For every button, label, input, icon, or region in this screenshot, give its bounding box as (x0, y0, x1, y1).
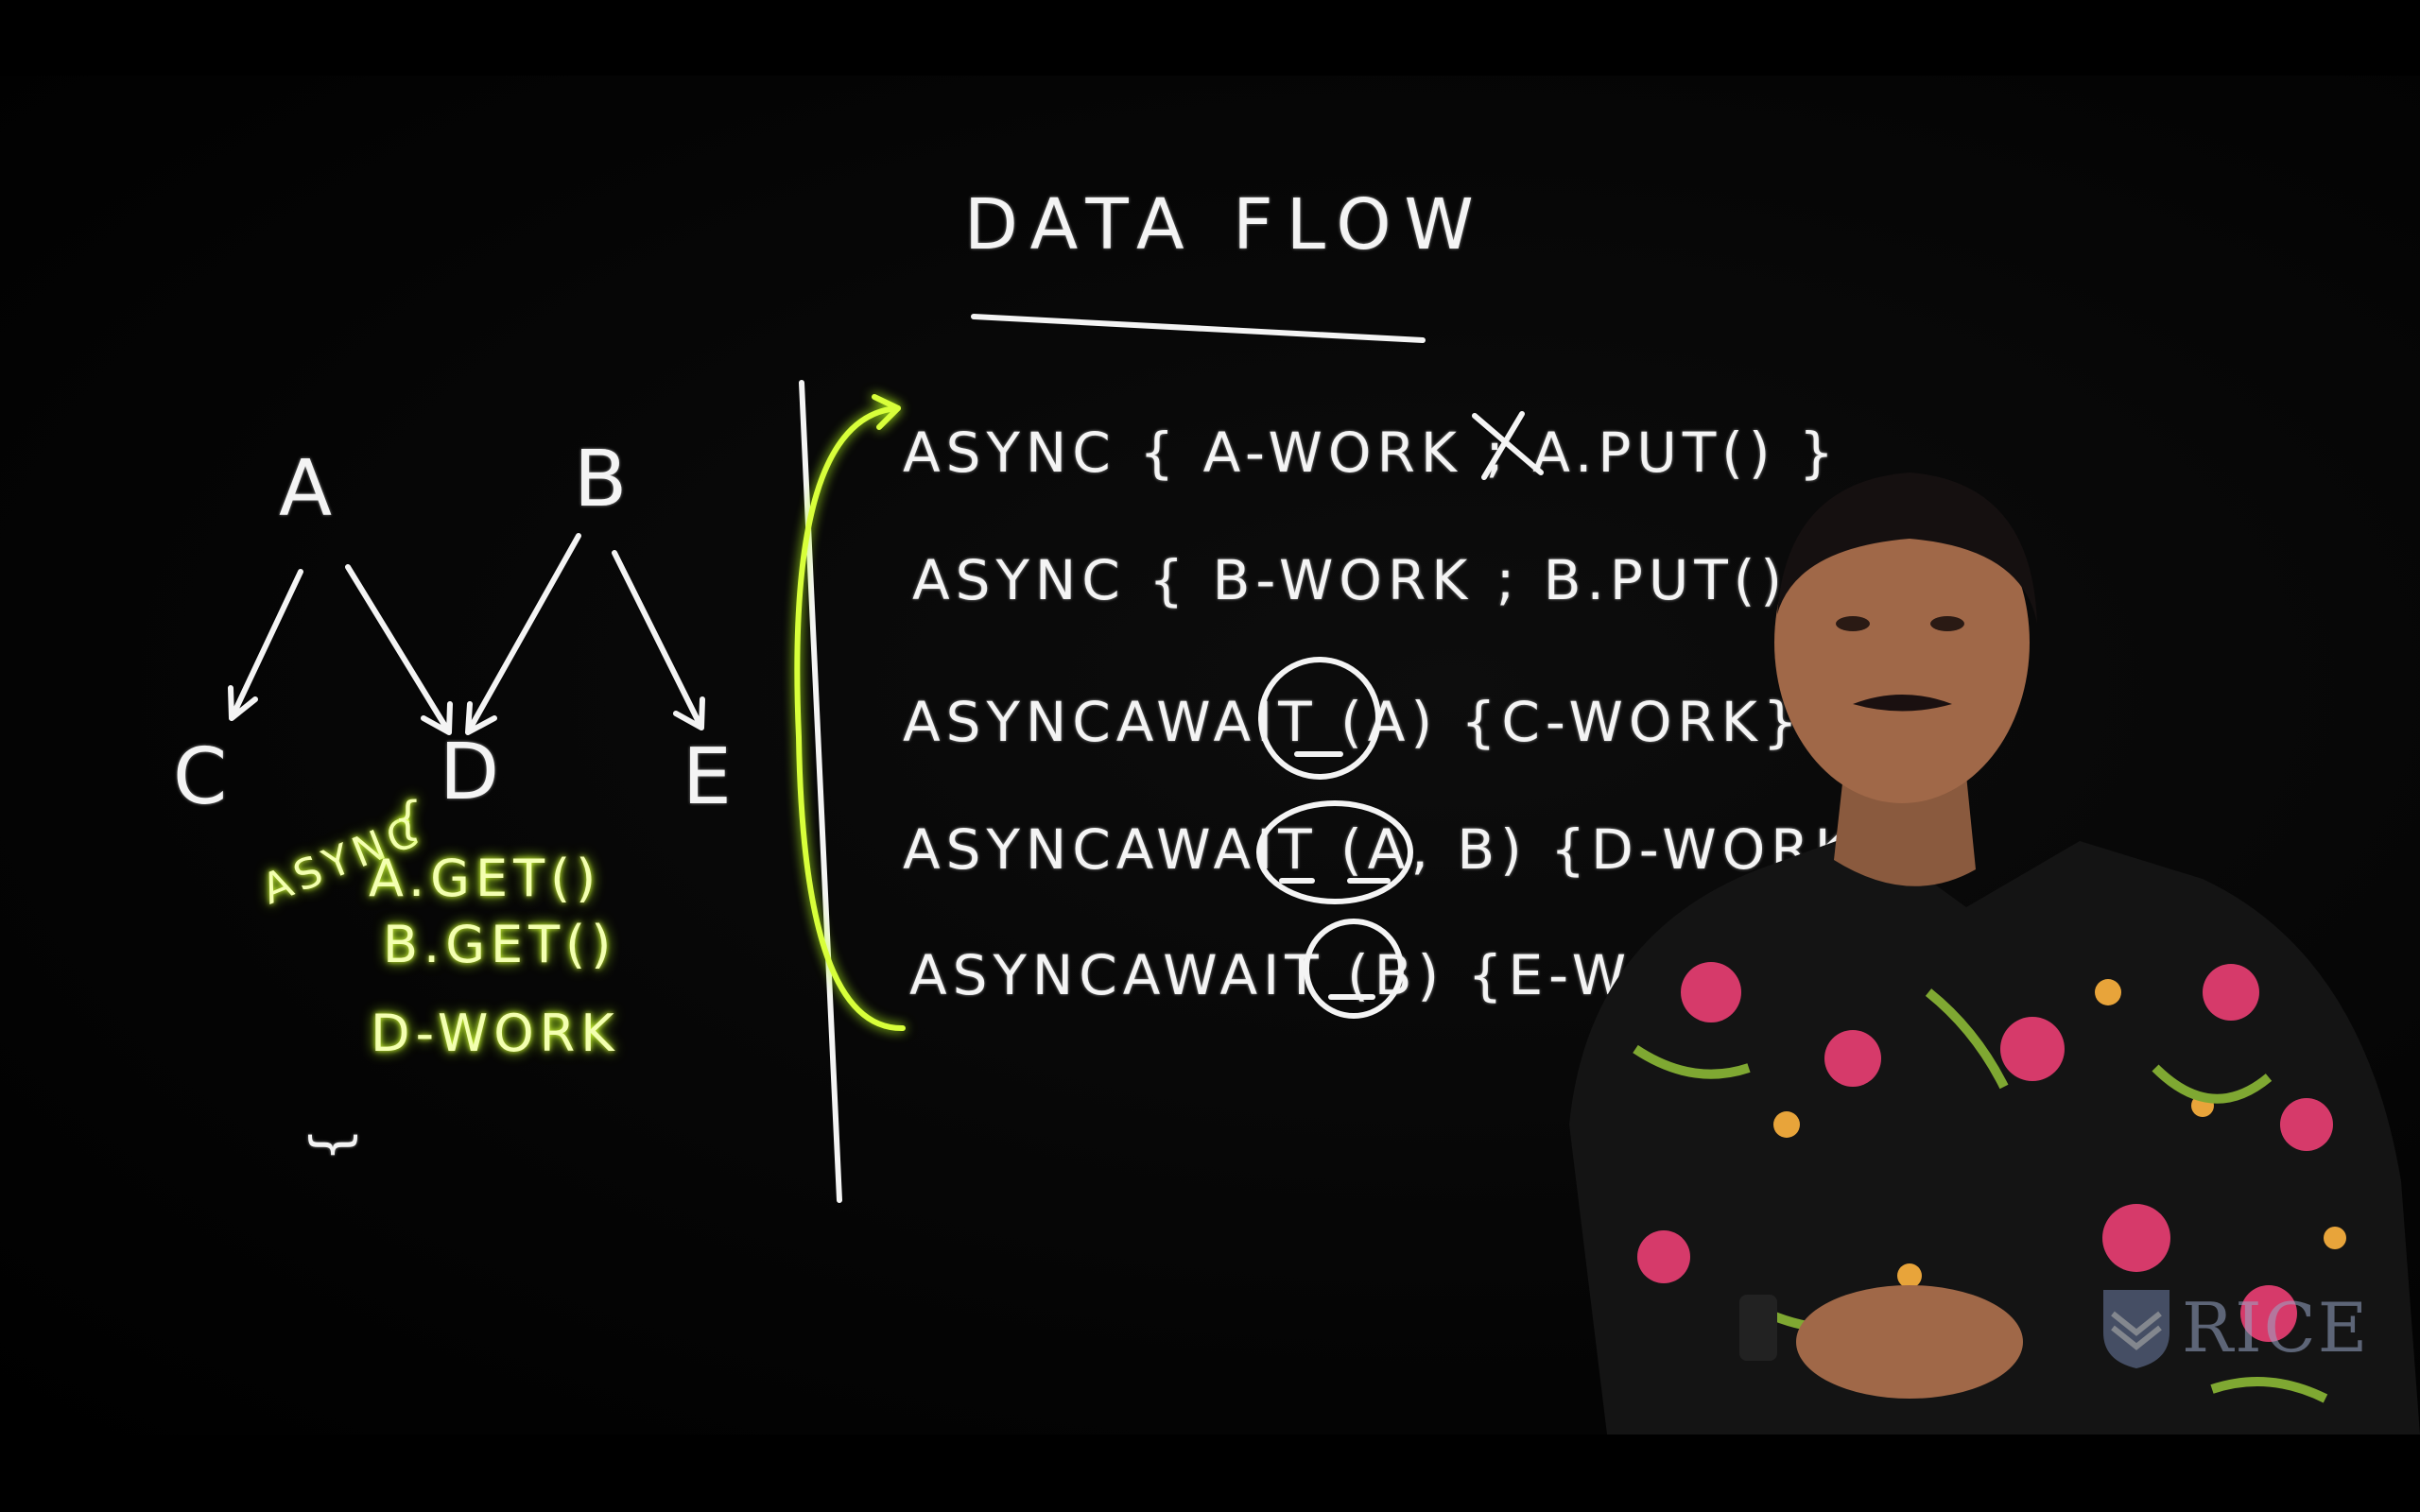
vertical-divider (799, 380, 842, 1203)
arrow-b-to-d (465, 533, 581, 735)
title-underline (971, 314, 1426, 343)
arrow-b-to-e (612, 550, 705, 730)
arrow-a-to-d (345, 564, 453, 735)
highlighter-arc (794, 405, 906, 1032)
strike-mark (1472, 411, 1544, 480)
rice-logo: RICE (2099, 1285, 2382, 1370)
letterbox-top (0, 0, 2420, 76)
letterbox-bottom (0, 1435, 2420, 1512)
rice-shield-icon (2103, 1290, 2169, 1368)
video-frame[interactable]: DATA FLOW A B C D E ASYNC { A.GET() B.GE… (0, 76, 2420, 1435)
circle-b-5 (1304, 919, 1404, 1019)
circle-a-3 (1258, 657, 1381, 780)
circle-ab-4 (1256, 800, 1413, 904)
arrow-a-to-c (228, 569, 303, 721)
rice-logo-text: RICE (2182, 1288, 2370, 1367)
